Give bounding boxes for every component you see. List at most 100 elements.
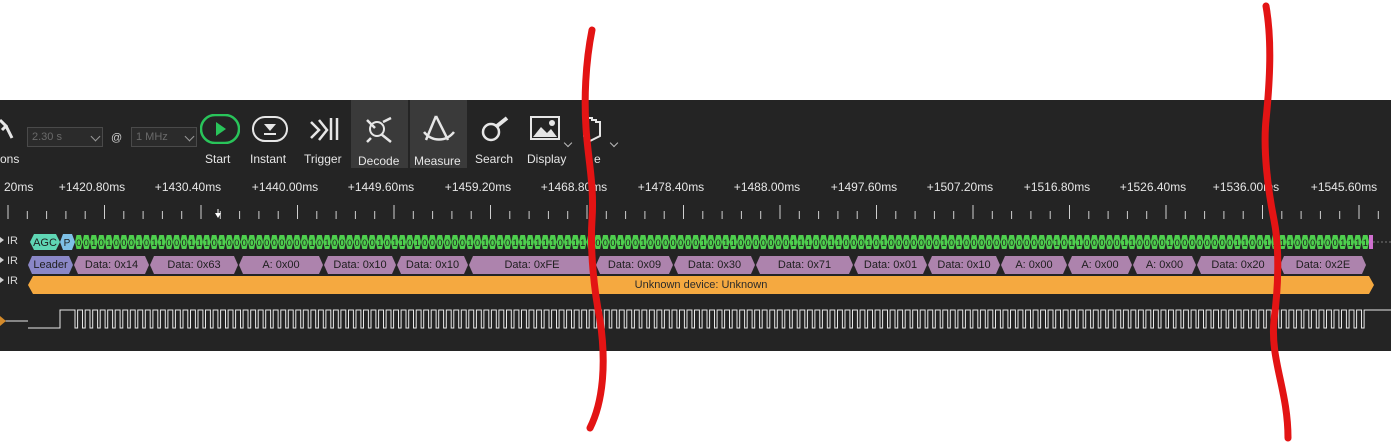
decoded-segment[interactable]: Data: 0x10 [324,256,396,274]
bit-value: 0 [347,238,352,248]
bit-value: 1 [956,238,961,248]
bit-value: 0 [452,238,457,248]
duration-select[interactable]: 2.30 s [27,127,103,147]
device-annotation[interactable]: Unknown device: Unknown [28,276,1374,294]
bit-value: 1 [106,238,111,248]
bit-value: 0 [272,238,277,248]
decoded-label: A: 0x00 [1015,259,1053,271]
bit-value: 1 [1348,238,1353,248]
bit-value: 0 [287,238,292,248]
bit-value: 1 [1167,238,1172,248]
expand-arrow-icon[interactable] [0,257,4,263]
decoded-segment[interactable]: A: 0x00 [1068,256,1132,274]
bit-value: 1 [189,238,194,248]
bit-value: 0 [686,238,691,248]
decoded-segment[interactable]: Data: 0x09 [596,256,673,274]
hand-tool-button[interactable]: e [578,100,622,168]
channel-marker-icon[interactable] [0,316,6,326]
ir-bit-track[interactable]: AGC P 0 0 1 0 1 0 0 0 1 0 1 1 0 0 0 1 1 1 0 1 0 0 0 0 0 0 0 0 0 0 0 1 0 1 0 0… [0,233,1391,250]
bit-value: 1 [1054,238,1059,248]
trigger-button[interactable]: Trigger [302,100,346,168]
channel-name-device[interactable]: IR [0,275,18,287]
trigger-icon [310,118,339,141]
bit-value: 1 [324,238,329,248]
decoded-segment[interactable]: Data: 0x63 [150,256,238,274]
bit-value: 1 [573,238,578,248]
decoded-segment[interactable]: Data: 0x30 [674,256,755,274]
play-icon [200,114,240,144]
decoded-segment[interactable]: Data: 0x20 [1197,256,1279,274]
display-icon [530,116,560,140]
decoded-segment[interactable]: Data: 0x71 [756,256,853,274]
bit-value: 0 [768,238,773,248]
bit-value: 0 [340,238,345,248]
measure-button[interactable]: Measure [410,100,467,168]
bit-value: 0 [166,238,171,248]
bit-value: 0 [1039,238,1044,248]
instant-button[interactable]: Instant [248,100,292,168]
start-button[interactable]: Start [198,100,242,168]
decode-label: Decode [358,154,400,168]
decoded-segment[interactable]: Data: 0x14 [74,256,149,274]
wrench-icon[interactable] [0,114,14,142]
bit-value: 0 [708,238,713,248]
decoded-segment[interactable]: Data: 0x10 [397,256,468,274]
decoded-segment[interactable]: A: 0x00 [1133,256,1196,274]
bit-value: 1 [400,238,405,248]
decode-button[interactable]: Decode [351,100,408,168]
time-tick-label: +1497.60ms [830,180,898,194]
bit-value: 1 [881,238,886,248]
channel-name-decoded[interactable]: IR [0,255,18,267]
channel-label: IR [7,255,18,267]
bit-value: 0 [874,238,879,248]
decoded-segment[interactable]: A: 0x00 [239,256,323,274]
decoded-segment[interactable]: Data: 0x2E [1280,256,1366,274]
bit-value: 0 [182,238,187,248]
bit-value: 0 [1197,238,1202,248]
ir-waveform[interactable] [0,305,1391,335]
time-tick-label: +1449.60ms [347,180,415,194]
bit-value: 1 [1287,238,1292,248]
decoded-label: Data: 0x10 [333,259,387,271]
decoded-segment[interactable]: Data: 0xFE [469,256,595,274]
bit-value: 0 [242,238,247,248]
bit-value: 0 [317,238,322,248]
options-label[interactable]: ons [0,152,19,166]
chevron-down-icon[interactable] [563,138,573,148]
search-button[interactable]: Search [471,100,517,168]
bit-value: 0 [1212,238,1217,248]
bit-end-marker [1369,235,1373,249]
time-ruler[interactable] [0,197,1391,222]
bit-value: 0 [678,238,683,248]
instant-icon [252,116,288,142]
sample-rate-select[interactable]: 1 MHz [131,127,197,147]
bit-value: 0 [911,238,916,248]
bit-value: 0 [671,238,676,248]
time-tick-label: +1507.20ms [926,180,994,194]
display-button[interactable]: Display [524,100,574,168]
time-tick-label: +1536.00ms [1212,180,1280,194]
bit-value: 1 [219,238,224,248]
bit-value: 0 [558,238,563,248]
bit-value: 1 [565,238,570,248]
bit-value: 1 [1318,238,1323,248]
bit-value: 0 [294,238,299,248]
bit-value: 1 [543,238,548,248]
bit-value: 0 [1303,238,1308,248]
bit-value: 1 [309,238,314,248]
decoded-segment[interactable]: A: 0x00 [1001,256,1067,274]
measure-icon [423,115,455,141]
expand-arrow-icon[interactable] [0,277,4,283]
leader-segment[interactable]: Leader [28,256,73,274]
bit-value: 1 [415,238,420,248]
decoded-label: Data: 0x71 [777,259,832,271]
bit-value: 0 [144,238,149,248]
time-tick-label: +1420.80ms [58,180,126,194]
bit-value: 0 [1333,238,1338,248]
decoded-segment[interactable]: Data: 0x01 [854,256,927,274]
bit-value: 0 [987,238,992,248]
bit-value: 0 [1137,238,1142,248]
decoded-label: Data: 0x10 [937,259,991,271]
decoded-segment[interactable]: Data: 0x10 [928,256,1000,274]
chevron-down-icon[interactable] [609,138,619,148]
